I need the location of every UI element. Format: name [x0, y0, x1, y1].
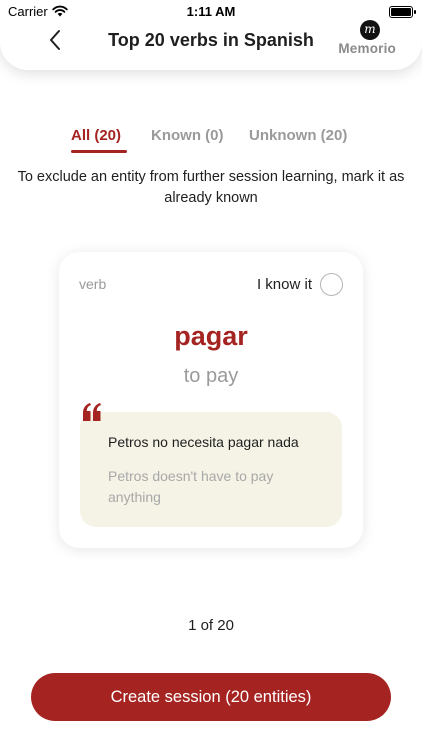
example-sentence: Petros no necesita pagar nada: [108, 434, 299, 450]
filter-tabs: All (20) Known (0) Unknown (20): [0, 127, 422, 157]
tab-unknown[interactable]: Unknown (20): [249, 127, 347, 144]
radio-circle-icon[interactable]: [320, 272, 343, 296]
active-tab-indicator: [71, 150, 127, 153]
instruction-text: To exclude an entity from further sessio…: [17, 169, 405, 206]
part-of-speech-label: verb: [79, 276, 107, 292]
status-bar: Carrier 1:11 AM: [0, 3, 422, 21]
create-session-button[interactable]: Create session (20 entities): [31, 673, 391, 721]
battery-icon: [389, 6, 416, 18]
card-word: pagar: [174, 321, 248, 351]
clock: 1:11 AM: [186, 4, 236, 19]
app-header: Carrier 1:11 AM Top 20 verbs in Spanish …: [0, 0, 422, 70]
logo-mark: m: [360, 20, 380, 40]
example-translation: Petros doesn't have to pay anything: [108, 468, 274, 505]
flashcard: verb I know it pagar to pay Petros no ne…: [59, 252, 363, 548]
card-translation: to pay: [183, 365, 239, 387]
know-it-label: I know it: [256, 275, 312, 293]
brand-logo: m Memorio: [334, 20, 396, 60]
tab-known[interactable]: Known (0): [151, 127, 224, 144]
page-counter: 1 of 20: [188, 617, 234, 634]
brand-name: Memorio: [338, 41, 396, 56]
example-box: Petros no necesita pagar nada Petros doe…: [80, 412, 342, 527]
know-it-toggle[interactable]: I know it: [257, 272, 343, 296]
quote-icon: [83, 403, 101, 421]
tab-all[interactable]: All (20): [71, 127, 121, 144]
